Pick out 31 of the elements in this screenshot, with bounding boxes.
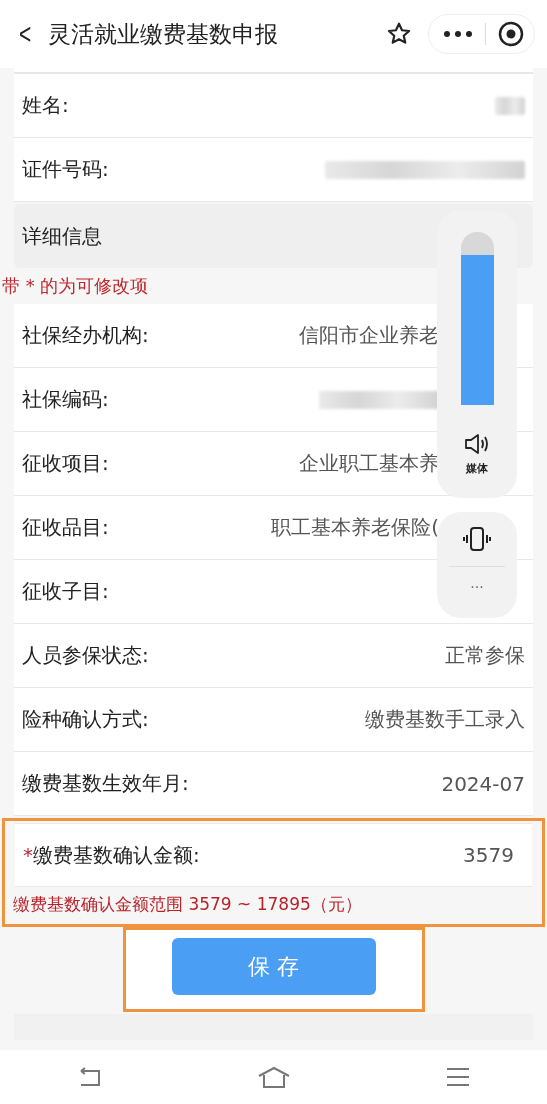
field-label: 社保编码: (22, 386, 109, 413)
field-value: 职工基本养老保险( (271, 514, 439, 541)
section-title: 详细信息 (22, 222, 102, 250)
field-value: 正常参保 (445, 642, 525, 669)
menu-icon[interactable] (445, 1067, 470, 1087)
field-value: 缴费基数手工录入 (365, 706, 525, 733)
field-label: 征收项目: (22, 450, 109, 477)
speaker-icon[interactable] (463, 433, 491, 455)
field-value: 企业职工基本养 (299, 450, 439, 477)
field-label: 缴费基数生效年月: (22, 770, 189, 797)
field-label: 征收品目: (22, 514, 109, 541)
field-label: 人员参保状态: (22, 642, 149, 669)
volume-label: 媒体 (466, 461, 488, 476)
more-button[interactable]: ··· (470, 579, 484, 595)
field-label: 姓名: (22, 92, 69, 119)
field-label: 证件号码: (22, 156, 109, 183)
field-value: 2024-07 (441, 771, 525, 796)
page-title: 灵活就业缴费基数申报 (48, 19, 279, 49)
field-label: 险种确认方式: (22, 706, 149, 733)
field-label: 社保经办机构: (22, 322, 149, 349)
back-button[interactable]: < (19, 17, 43, 51)
star-icon[interactable] (386, 21, 412, 47)
field-label: *缴费基数确认金额: (23, 841, 200, 869)
vibrate-icon[interactable] (462, 526, 492, 552)
note-text: 带 * 的为可修改项 (2, 274, 150, 298)
more-icon[interactable] (443, 30, 473, 38)
field-value: 信阳市企业养老 (299, 322, 439, 349)
field-label: 征收子目: (22, 578, 109, 605)
amount-input[interactable]: 3579 (463, 843, 514, 867)
close-icon[interactable] (498, 21, 524, 47)
home-icon[interactable] (257, 1066, 292, 1088)
